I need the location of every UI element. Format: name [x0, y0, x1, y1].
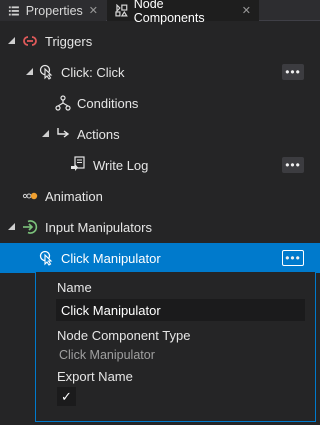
more-options-button[interactable]: •••: [282, 250, 304, 266]
tree-item-label: Triggers: [45, 33, 93, 49]
tab-node-components-label: Node Components: [133, 0, 205, 25]
tree-item-actions[interactable]: Actions: [0, 119, 320, 149]
tree-item-input-manipulators[interactable]: Input Manipulators: [0, 212, 320, 242]
component-type-value: Click Manipulator: [59, 348, 155, 362]
export-name-checkbox[interactable]: ✓: [57, 387, 76, 406]
click-manipulator-icon: [39, 250, 53, 266]
conditions-icon: [55, 95, 71, 111]
tab-strip: Properties ✕ Node Components ✕: [0, 0, 320, 25]
trigger-icon: [23, 36, 37, 46]
tree-item-write-log[interactable]: Write Log •••: [0, 150, 320, 180]
tab-properties-label: Properties: [25, 3, 83, 18]
tree-item-label: Conditions: [77, 95, 139, 111]
collapse-arrow-icon[interactable]: [26, 68, 33, 75]
tree-item-label: Actions: [77, 126, 120, 142]
tree-item-conditions[interactable]: Conditions: [0, 88, 320, 118]
close-icon[interactable]: ✕: [89, 4, 98, 17]
tree-item-label: Click: Click: [61, 64, 125, 80]
export-name-label: Export Name: [57, 369, 133, 384]
tree-item-click-trigger[interactable]: Click: Click •••: [0, 57, 320, 87]
name-field[interactable]: [56, 299, 305, 321]
collapse-arrow-icon[interactable]: [8, 223, 15, 230]
tab-node-components[interactable]: Node Components ✕: [107, 0, 259, 25]
click-trigger-icon: [39, 64, 53, 80]
component-type-label: Node Component Type: [57, 328, 191, 343]
more-options-button[interactable]: •••: [282, 64, 304, 80]
component-properties-panel: Name Node Component Type Click Manipulat…: [35, 272, 316, 422]
animation-icon: [22, 192, 38, 200]
tree-item-label: Input Manipulators: [45, 219, 152, 235]
tab-properties[interactable]: Properties ✕: [0, 0, 106, 21]
tree-item-animation[interactable]: Animation: [0, 181, 320, 211]
input-manipulator-icon: [23, 220, 38, 234]
name-label: Name: [57, 280, 92, 295]
tree-item-label: Animation: [45, 188, 103, 204]
properties-list-icon: [8, 6, 19, 16]
tree-item-triggers[interactable]: Triggers: [0, 26, 320, 56]
node-components-icon: [115, 4, 128, 17]
tree-item-click-manipulator[interactable]: Click Manipulator •••: [0, 243, 320, 273]
collapse-arrow-icon[interactable]: [8, 37, 15, 44]
collapse-arrow-icon[interactable]: [42, 130, 49, 137]
more-options-button[interactable]: •••: [282, 157, 304, 173]
close-icon[interactable]: ✕: [242, 4, 251, 17]
tree-item-label: Click Manipulator: [61, 250, 161, 266]
tree-item-label: Write Log: [93, 157, 149, 173]
actions-icon: [57, 128, 70, 138]
write-log-icon: [71, 156, 85, 171]
